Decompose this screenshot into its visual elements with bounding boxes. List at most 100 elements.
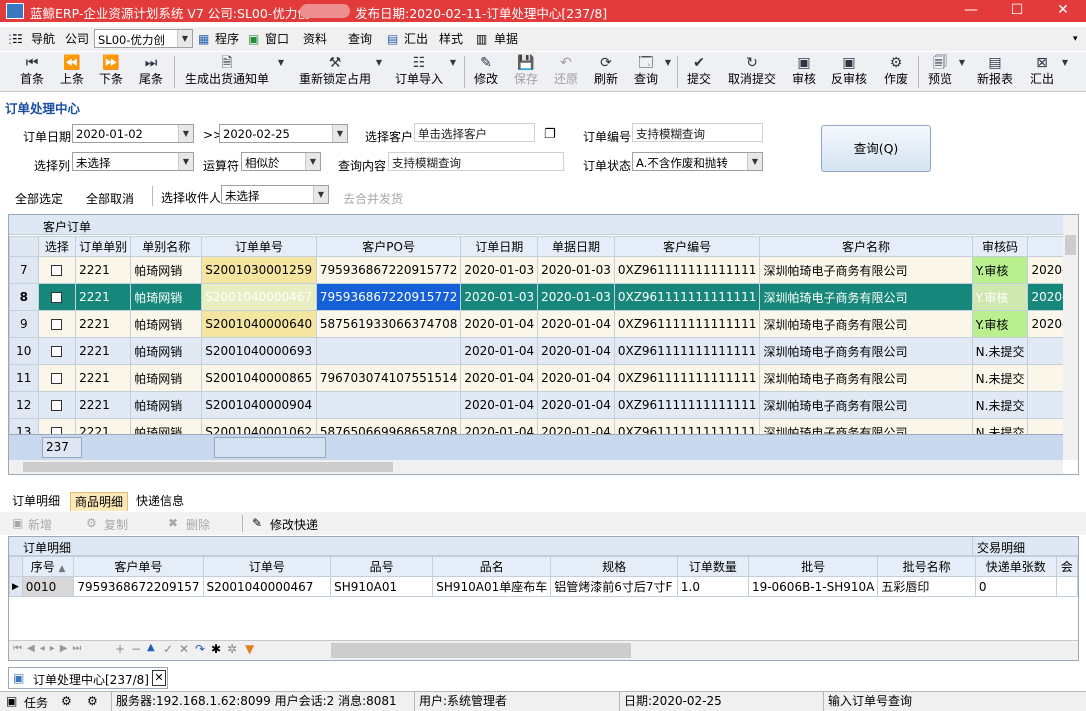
edit-express-button[interactable]: 修改快递 [270,516,318,533]
column-header[interactable]: 单别名称 [130,236,203,257]
select-all-button[interactable]: 全部选定 [15,190,63,207]
approve-button[interactable]: ▣ 审核 [788,54,820,90]
operator-select[interactable]: 相似於 ▼ [241,152,321,171]
column-header[interactable]: 客户PO号 [315,236,462,257]
query-toolbar-button[interactable]: 🗔 查询 [630,54,662,90]
order-no-input[interactable]: 支持模糊查询 [632,123,763,142]
tab-product-detail[interactable]: 商品明细 [70,492,129,511]
unapprove-button[interactable]: ▣ 反审核 [829,54,869,90]
menu-data[interactable]: 资料 [303,30,327,48]
tab-order-detail[interactable]: 订单明细 [8,492,64,511]
import-button[interactable]: ☷ 订单导入 [392,54,446,90]
column-header[interactable]: 订单数量 [676,556,749,577]
query-dropdown[interactable]: ▼ [663,54,673,90]
column-header[interactable]: 客户名称 [759,236,973,257]
menu-summary[interactable]: 汇出 [404,30,428,48]
next-button[interactable]: ⏩ 下条 [96,54,126,90]
receiver-select[interactable]: 未选择 ▼ [221,185,329,204]
first-button[interactable]: ⏮ 首条 [17,54,47,90]
export-button[interactable]: ⊠ 汇出 [1026,54,1058,90]
menu-query[interactable]: 查询 [348,30,372,48]
task-button[interactable]: 任务 [24,694,48,711]
navigator-asterisk-icon[interactable]: ✱ [211,642,221,656]
menu-program[interactable]: 程序 [215,30,239,48]
scroll-thumb[interactable] [1065,235,1076,255]
table-row[interactable]: 10 2221 帕琦网销 S2001040000693 2020-01-04 2… [9,337,1078,365]
row-checkbox[interactable] [51,346,63,357]
column-header[interactable]: 选择 [37,236,77,257]
settings-icon[interactable]: ⚙ [61,694,72,708]
column-header[interactable]: 品名 [432,556,552,577]
column-select[interactable]: 未选择 ▼ [72,152,194,171]
column-header[interactable]: 批号 [747,556,879,577]
gear-icon[interactable]: ⚙ [87,694,98,708]
column-header[interactable]: 订单号 [202,556,332,577]
import-dropdown[interactable]: ▼ [448,54,458,90]
scroll-thumb[interactable] [331,643,631,658]
delete-button[interactable]: 删除 [186,516,210,533]
company-select[interactable]: SL00-优力创 ▼ [94,29,193,48]
save-button[interactable]: 💾 保存 [510,54,542,90]
column-header[interactable]: 规格 [550,556,678,577]
deselect-all-button[interactable]: 全部取消 [86,190,134,207]
date-to-picker[interactable]: 2020-02-25 ▼ [219,124,348,143]
copy-button[interactable]: 复制 [104,516,128,533]
content-input[interactable]: 支持模糊查询 [388,152,564,171]
cancel-submit-button[interactable]: ↻ 取消提交 [725,54,779,90]
merge-ship-button[interactable]: 去合并发货 [343,190,403,207]
navigator-star-icon[interactable]: ✲ [227,642,237,656]
navigator-first-prev-icons[interactable]: ⏮◀◂▸▶⏭ [13,643,86,654]
navigator-cancel-icon[interactable]: ✕ [179,642,189,656]
menu-doc[interactable]: 单据 [494,30,518,48]
column-header[interactable]: 序号 ▲ [21,556,75,577]
column-header[interactable]: 审核码 [971,236,1029,257]
column-header[interactable]: 订单单别 [75,236,132,257]
new-report-button[interactable]: ▤ 新报表 [973,54,1017,90]
tab-express-info[interactable]: 快递信息 [132,492,188,511]
column-header[interactable]: 单据日期 [537,236,615,257]
column-header[interactable]: 客户编号 [613,236,761,257]
menu-window[interactable]: 窗口 [265,30,289,48]
table-row[interactable]: 11 2221 帕琦网销 S2001040000865 796703074107… [9,364,1078,392]
row-checkbox[interactable] [51,319,63,330]
export-dropdown[interactable]: ▼ [1060,54,1070,90]
preview-button[interactable]: 🗐 预览 [924,54,956,90]
navigator-check-icon[interactable]: ✓ [163,642,173,656]
row-checkbox[interactable] [51,373,63,384]
table-row[interactable]: 7 2221 帕琦网销 S2001030001259 7959368672209… [9,256,1078,284]
popup-window-icon[interactable]: ❐ [544,127,556,142]
modify-button[interactable]: ✎ 修改 [470,54,502,90]
navigator-filter-icon[interactable]: ▼ [245,642,254,656]
submit-button[interactable]: ✔ 提交 [683,54,715,90]
scroll-thumb[interactable] [23,462,393,472]
restore-button[interactable]: ↶ 还原 [550,54,582,90]
doc-tab-order-center[interactable]: ▣ 订单处理中心[237/8] ✕ [8,667,168,689]
navigator-add-icon[interactable]: + [115,642,125,656]
close-button[interactable]: ✕ [1040,0,1086,22]
column-header[interactable]: 订单日期 [460,236,539,257]
row-checkbox[interactable] [51,265,63,276]
navigator-up-icon[interactable]: ▲ [147,642,155,653]
table-row[interactable]: ▶ 0010 7959368672209157 S2001040000467 S… [9,576,1079,597]
void-button[interactable]: ⚙ 作废 [880,54,912,90]
column-header[interactable]: 订单单号 [201,236,317,257]
horizontal-scrollbar[interactable] [9,460,1063,474]
column-header[interactable]: 客户单号 [73,556,204,577]
customer-input[interactable]: 单击选择客户 [414,123,535,142]
navigator-refresh-icon[interactable]: ↷ [195,642,205,656]
column-header[interactable]: 会 [1055,556,1079,577]
menu-style[interactable]: 样式 [439,30,463,48]
date-from-picker[interactable]: 2020-01-02 ▼ [72,124,194,143]
column-header[interactable]: 品号 [330,556,434,577]
gen-ship-button[interactable]: 🗎 生成出货通知单 [182,54,272,90]
last-button[interactable]: ⏭ 尾条 [136,54,166,90]
menu-overflow-icon[interactable]: ▾ [1073,30,1078,48]
status-select[interactable]: A.不含作废和抛转 ▼ [632,152,763,171]
row-checkbox[interactable] [51,292,63,303]
maximize-button[interactable]: ☐ [994,0,1040,22]
refresh-button[interactable]: ⟳ 刷新 [590,54,622,90]
add-button[interactable]: 新增 [28,516,52,533]
close-tab-icon[interactable]: ✕ [152,670,166,686]
column-header[interactable]: 快递单张数 [974,556,1057,577]
column-header[interactable]: 批号名称 [877,556,976,577]
